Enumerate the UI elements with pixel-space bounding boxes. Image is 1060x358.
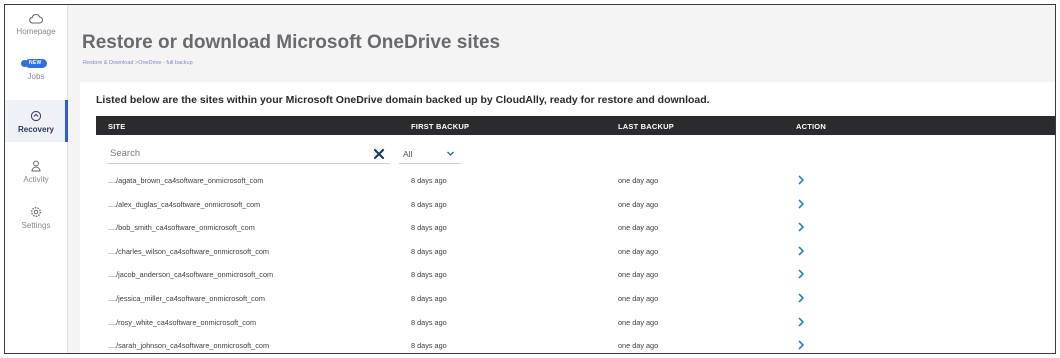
last-backup-value: one day ago (618, 246, 659, 256)
jobs-badge-icon: NEW (21, 59, 47, 68)
table-row[interactable]: ..../jessica_miller_ca4software_onmicros… (96, 287, 1055, 311)
sidebar-item-homepage[interactable]: Homepage (5, 13, 67, 51)
sidebar-item-label: Jobs (27, 72, 45, 81)
chevron-right-icon[interactable] (796, 221, 806, 233)
column-header-action: ACTION (796, 122, 826, 131)
first-backup-value: 8 days ago (411, 246, 447, 256)
app-window: Homepage NEW Jobs Recovery Activity Sett… (4, 4, 1056, 354)
sidebar-item-jobs[interactable]: NEW Jobs (5, 59, 67, 95)
chevron-right-icon[interactable] (796, 292, 806, 304)
last-backup-value: one day ago (618, 293, 659, 303)
sidebar-item-label: Settings (21, 221, 51, 230)
last-backup-value: one day ago (618, 270, 659, 280)
breadcrumb: Restore & Download >OneDrive - full back… (83, 60, 193, 66)
site-name: ..../charles_wilson_ca4software_onmicros… (108, 246, 270, 256)
table-row[interactable]: ..../bob_smith_ca4software_onmicrosoft_c… (96, 216, 1055, 240)
last-backup-value: one day ago (618, 341, 659, 351)
gear-icon (31, 207, 41, 217)
site-name: ..../alex_duglas_ca4software_onmicrosoft… (108, 199, 261, 209)
intro-text: Listed below are the sites within your M… (96, 94, 710, 106)
first-backup-value: 8 days ago (411, 223, 447, 233)
sidebar-item-settings[interactable]: Settings (5, 206, 67, 240)
filter-row: All (96, 144, 1055, 166)
site-name: ..../jessica_miller_ca4software_onmicros… (108, 293, 265, 303)
table-row[interactable]: ..../charles_wilson_ca4software_onmicros… (96, 240, 1055, 264)
search-input[interactable] (107, 144, 390, 164)
cloud-icon (29, 13, 43, 24)
chevron-right-icon[interactable] (796, 174, 806, 186)
sites-table-body: ..../agata_brown_ca4software_onmicrosoft… (96, 169, 1055, 353)
first-backup-value: 8 days ago (411, 270, 447, 280)
chevron-right-icon[interactable] (796, 339, 806, 351)
last-backup-value: one day ago (618, 199, 659, 209)
sidebar-item-activity[interactable]: Activity (5, 160, 67, 194)
table-row[interactable]: ..../agata_brown_ca4software_onmicrosoft… (96, 169, 1055, 193)
column-header-first-backup[interactable]: FIRST BACKUP (411, 122, 469, 131)
first-backup-value: 8 days ago (411, 199, 447, 209)
site-name: ..../sarah_johnson_ca4software_onmicroso… (108, 341, 270, 351)
last-backup-value: one day ago (618, 223, 659, 233)
status-filter-select[interactable]: All (399, 144, 461, 164)
table-row[interactable]: ..../alex_duglas_ca4software_onmicrosoft… (96, 193, 1055, 217)
breadcrumb-current: full backup (166, 60, 193, 66)
site-name: ..../jacob_anderson_ca4software_onmicros… (108, 270, 274, 280)
table-row[interactable]: ..../rosy_white_ca4software_onmicrosoft_… (96, 311, 1055, 335)
new-badge: NEW (29, 60, 42, 66)
first-backup-value: 8 days ago (411, 293, 447, 303)
site-name: ..../rosy_white_ca4software_onmicrosoft_… (108, 317, 257, 327)
breadcrumb-root[interactable]: Restore & Download (83, 60, 133, 66)
chevron-right-icon[interactable] (796, 316, 806, 328)
column-header-site[interactable]: SITE (108, 122, 125, 131)
chevron-right-icon[interactable] (796, 245, 806, 257)
site-name: ..../agata_brown_ca4software_onmicrosoft… (108, 176, 264, 185)
sidebar-item-label: Recovery (17, 125, 55, 134)
chevron-right-icon[interactable] (796, 268, 806, 280)
sidebar-item-label: Homepage (16, 27, 56, 36)
last-backup-value: one day ago (618, 317, 659, 327)
first-backup-value: 8 days ago (411, 176, 447, 185)
site-name: ..../bob_smith_ca4software_onmicrosoft_c… (108, 223, 255, 233)
last-backup-value: one day ago (618, 176, 659, 185)
page-title: Restore or download Microsoft OneDrive s… (82, 32, 501, 53)
table-row[interactable]: ..../jacob_anderson_ca4software_onmicros… (96, 263, 1055, 287)
first-backup-value: 8 days ago (411, 341, 447, 351)
select-value: All (403, 149, 413, 159)
first-backup-value: 8 days ago (411, 317, 447, 327)
table-header: SITE FIRST BACKUP LAST BACKUP ACTION (96, 116, 1055, 135)
clear-search-icon[interactable] (372, 147, 386, 161)
main-content: Restore or download Microsoft OneDrive s… (68, 5, 1055, 353)
breadcrumb-middle[interactable]: OneDrive (138, 60, 161, 66)
user-icon (31, 160, 41, 172)
chevron-right-icon[interactable] (796, 198, 806, 210)
recovery-icon (30, 110, 42, 122)
sites-panel: Listed below are the sites within your M… (80, 82, 1055, 353)
column-header-last-backup[interactable]: LAST BACKUP (618, 122, 674, 131)
sidebar-item-recovery[interactable]: Recovery (5, 100, 68, 142)
sidebar-item-label: Activity (23, 175, 49, 184)
sidebar: Homepage NEW Jobs Recovery Activity Sett… (5, 5, 68, 353)
chevron-down-icon (447, 151, 454, 156)
table-row[interactable]: ..../sarah_johnson_ca4software_onmicroso… (96, 334, 1055, 353)
